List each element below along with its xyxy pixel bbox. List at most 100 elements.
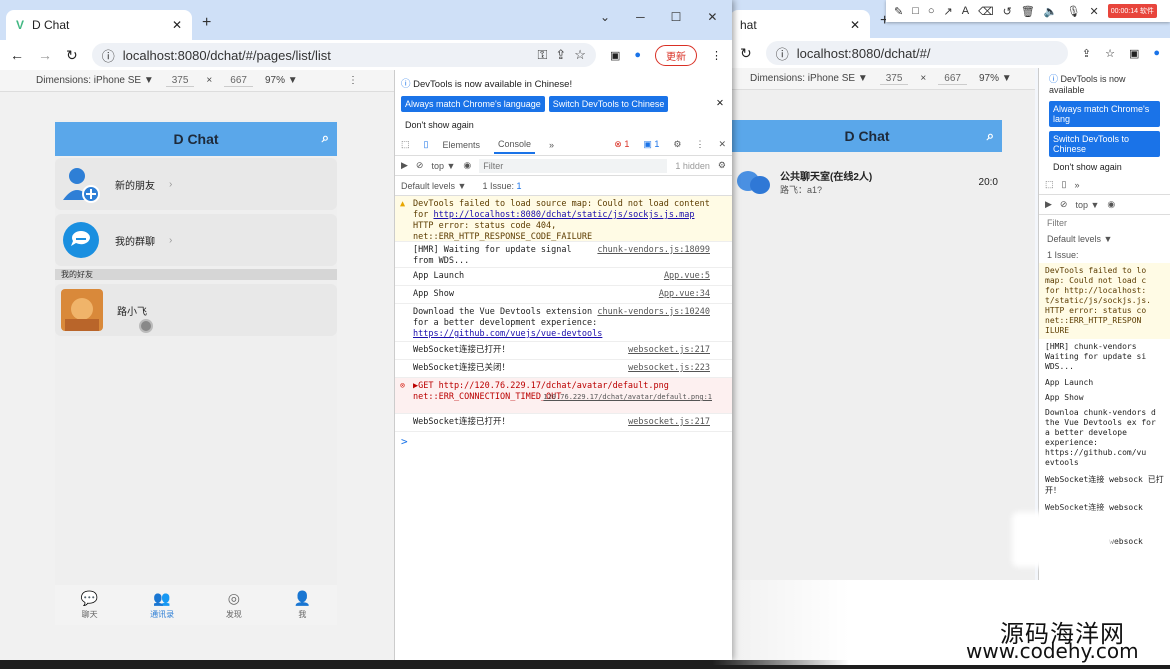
tab-close-icon[interactable]: ✕	[172, 18, 182, 32]
device-select[interactable]: Dimensions: iPhone SE ▼	[750, 73, 868, 84]
console-sidebar-icon[interactable]: ▶	[401, 160, 408, 171]
sidebar-icon[interactable]: ▣	[1129, 47, 1139, 60]
back-match-language-button[interactable]: Always match Chrome's lang	[1049, 101, 1160, 127]
menu-kebab-icon[interactable]: ⋮	[711, 49, 722, 62]
back-filter-input[interactable]: Filter	[1039, 215, 1170, 231]
device-more-icon[interactable]: ⋮	[348, 75, 358, 86]
device-height[interactable]: 667	[938, 73, 967, 85]
clear-console-icon[interactable]: ⊘	[1060, 199, 1068, 210]
front-url-field[interactable]: ⓘ localhost:8080/dchat/#/pages/list/list…	[91, 43, 596, 67]
issues-link[interactable]: 1 Issue: 1	[482, 181, 521, 191]
console-settings-icon[interactable]: ⚙	[718, 160, 726, 171]
error-count-badge[interactable]: ⊗ 1	[614, 139, 629, 150]
log-source-link[interactable]: websocket.js:223	[628, 363, 710, 374]
nav-chat[interactable]: 💬 聊天	[81, 590, 98, 620]
profile-icon[interactable]: ●	[634, 49, 641, 61]
nav-contacts[interactable]: 👥 通讯录	[150, 590, 174, 620]
friend-item[interactable]: 路小飞	[55, 284, 337, 336]
speaker-icon[interactable]: 🔈	[1044, 5, 1058, 18]
log-source-link[interactable]: websocket.js:217	[628, 417, 710, 428]
levels-select[interactable]: Default levels ▼	[401, 181, 466, 191]
device-icon[interactable]: ▯	[1062, 179, 1067, 190]
device-toggle-icon[interactable]: ▯	[424, 139, 429, 150]
log-source-link[interactable]: chunk-vendors.js:18099	[597, 245, 710, 256]
arrow-icon[interactable]: ↗	[944, 5, 953, 18]
zoom-select[interactable]: 97% ▼	[979, 73, 1012, 84]
tab-search-icon[interactable]: ⌄	[600, 10, 610, 24]
back-arrow-icon[interactable]: ←	[10, 47, 24, 63]
tab-close-icon[interactable]: ✕	[850, 18, 860, 32]
log-source-link[interactable]: App.vue:5	[664, 271, 710, 282]
more-tabs-icon[interactable]: »	[1074, 180, 1079, 190]
eye-icon[interactable]: ◉	[1107, 199, 1115, 210]
reload-icon[interactable]: ↻	[740, 45, 752, 62]
clear-console-icon[interactable]: ⊘	[416, 160, 424, 171]
back-tab[interactable]: hat ✕	[730, 10, 870, 40]
nav-me[interactable]: 👤 我	[294, 590, 311, 620]
search-icon[interactable]: ⌕	[987, 128, 994, 144]
log-source-link[interactable]: websocket.js:217	[628, 345, 710, 356]
devtools-menu-icon[interactable]: ⋮	[695, 139, 704, 150]
console-filter-input[interactable]	[479, 158, 668, 173]
back-switch-language-button[interactable]: Switch DevTools to Chinese	[1049, 131, 1160, 157]
new-friends-item[interactable]: 新的朋友 ›	[55, 158, 337, 210]
search-icon[interactable]: ⌕	[322, 130, 329, 146]
switch-language-button[interactable]: Switch DevTools to Chinese	[548, 96, 669, 112]
nav-discover[interactable]: ◎ 发现	[226, 590, 242, 620]
settings-gear-icon[interactable]: ⚙	[673, 139, 681, 150]
log-source-link[interactable]: chunk-vendors.js:10240	[597, 307, 710, 318]
device-height[interactable]: 667	[224, 75, 253, 87]
my-groups-item[interactable]: 我的群聊 ›	[55, 214, 337, 266]
profile-icon[interactable]: ●	[1153, 47, 1160, 59]
reload-icon[interactable]: ↻	[66, 47, 78, 64]
vue-devtools-link[interactable]: https://github.com/vuejs/vue-devtools	[413, 329, 726, 340]
maximize-icon[interactable]: ☐	[671, 10, 682, 24]
back-url-field[interactable]: ⓘ localhost:8080/dchat/#/	[765, 41, 1068, 65]
star-icon[interactable]: ☆	[1105, 47, 1115, 60]
tab-elements[interactable]: Elements	[442, 140, 480, 150]
eye-icon[interactable]: ◉	[463, 160, 471, 171]
share-icon[interactable]: ⇪	[555, 47, 566, 63]
message-count-badge[interactable]: ▣ 1	[643, 139, 659, 150]
context-select[interactable]: top ▼	[431, 161, 455, 171]
back-levels-select[interactable]: Default levels ▼	[1039, 231, 1170, 247]
notice-close-icon[interactable]: ✕	[716, 98, 724, 109]
device-width[interactable]: 375	[165, 75, 195, 87]
back-issues-link[interactable]: 1 Issue:	[1039, 247, 1170, 263]
forward-arrow-icon[interactable]: →	[38, 47, 52, 63]
circle-icon[interactable]: ○	[928, 5, 935, 17]
marker-icon[interactable]: ⌫	[978, 5, 994, 18]
devtools-close-icon[interactable]: ✕	[718, 139, 726, 150]
update-button[interactable]: 更新	[655, 44, 697, 66]
sidebar-toggle-icon[interactable]: ▶	[1045, 199, 1052, 210]
back-context-select[interactable]: top ▼	[1075, 200, 1099, 210]
sourcemap-link[interactable]: http://localhost:8080/dchat/static/js/so…	[433, 210, 694, 220]
log-source-link[interactable]: App.vue:34	[659, 289, 710, 300]
sidebar-icon[interactable]: ▣	[610, 49, 620, 62]
mic-icon[interactable]: 🎙	[1067, 5, 1081, 18]
new-tab-icon[interactable]: +	[202, 14, 211, 32]
text-icon[interactable]: A	[962, 5, 969, 17]
undo-icon[interactable]: ↺	[1003, 5, 1012, 18]
share-icon[interactable]: ⇪	[1082, 47, 1091, 60]
dont-show-again-link[interactable]: Don't show again	[395, 116, 732, 134]
zoom-select[interactable]: 97% ▼	[265, 75, 298, 86]
key-icon[interactable]: ⚿	[537, 47, 547, 63]
match-language-button[interactable]: Always match Chrome's language	[401, 96, 545, 112]
console-prompt[interactable]: >	[395, 432, 732, 451]
front-tab[interactable]: V D Chat ✕	[6, 10, 192, 40]
tab-console[interactable]: Console	[494, 136, 536, 154]
back-dont-show-link[interactable]: Don't show again	[1039, 159, 1170, 175]
inspect-icon[interactable]: ⬚	[1045, 179, 1054, 190]
more-tabs[interactable]: »	[549, 140, 554, 150]
chat-list-item[interactable]: 公共聊天室(在线2人) 路飞：a1? 20:0	[732, 162, 1002, 202]
inspect-icon[interactable]: ⬚	[401, 139, 410, 150]
pencil-icon[interactable]: ✎	[894, 5, 903, 18]
trash-icon[interactable]: 🗑	[1021, 5, 1035, 18]
star-icon[interactable]: ☆	[574, 47, 586, 63]
window-close-icon[interactable]: ✕	[707, 10, 717, 24]
error-source-link[interactable]: 120.76.229.17/dchat/avatar/default.png:1	[543, 392, 712, 403]
square-icon[interactable]: □	[912, 5, 919, 17]
close-icon[interactable]: ✕	[1090, 5, 1099, 18]
minimize-icon[interactable]: ─	[636, 10, 645, 24]
